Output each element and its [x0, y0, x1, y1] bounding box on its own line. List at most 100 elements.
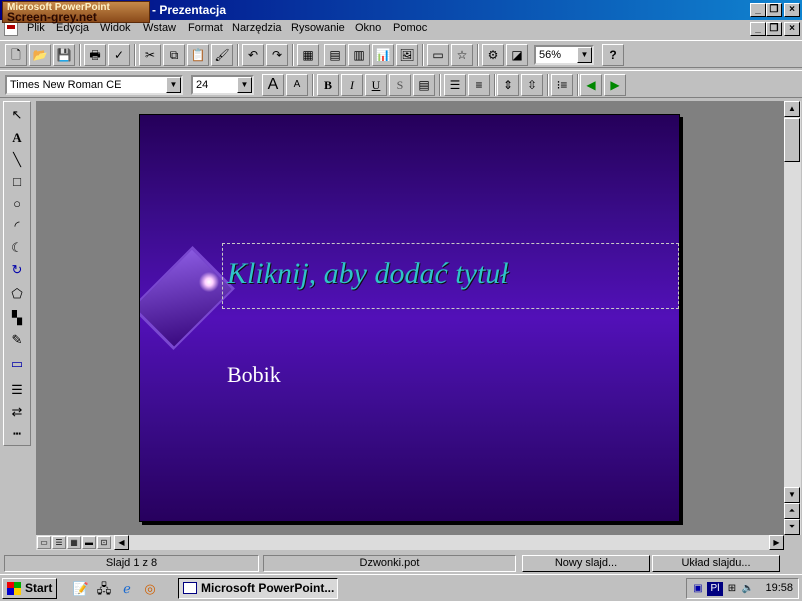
- new-slide-button[interactable]: Nowy slajd...: [522, 555, 650, 572]
- menu-narzedzia[interactable]: Narzędzia: [232, 22, 282, 34]
- underline-button[interactable]: U: [365, 74, 387, 96]
- subtitle-text[interactable]: Bobik: [227, 362, 281, 388]
- fill-color-icon[interactable]: ▚: [6, 308, 28, 328]
- slide-sorter-icon[interactable]: ▦: [67, 536, 81, 549]
- minimize-button[interactable]: _: [750, 3, 766, 17]
- undo-icon[interactable]: ↶: [242, 44, 264, 66]
- volume-icon[interactable]: 🔈: [741, 582, 755, 596]
- bold-button[interactable]: B: [317, 74, 339, 96]
- select-arrow-icon[interactable]: ↖: [6, 105, 28, 125]
- redo-icon[interactable]: ↷: [266, 44, 288, 66]
- vertical-scrollbar[interactable]: ▲ ▼ ⏶ ⏷: [784, 101, 801, 535]
- apply-design-icon[interactable]: ⚙: [482, 44, 504, 66]
- horizontal-scrollbar[interactable]: ▭ ☰ ▦ ▬ ⊡ ◀ ▶: [36, 535, 784, 550]
- doc-close-button[interactable]: ×: [784, 22, 800, 36]
- spelling-icon[interactable]: ✓: [108, 44, 130, 66]
- zoom-select[interactable]: 56% ▼: [534, 45, 594, 65]
- next-slide-icon[interactable]: ⏷: [784, 519, 800, 535]
- free-rotate-icon[interactable]: ↻: [6, 260, 28, 280]
- menu-pomoc[interactable]: Pomoc: [393, 22, 427, 34]
- paste-icon[interactable]: 📋: [187, 44, 209, 66]
- document-icon[interactable]: [4, 22, 18, 36]
- menu-format[interactable]: Format: [188, 22, 223, 34]
- slide-canvas[interactable]: Kliknij, aby dodać tytuł Bobik: [139, 114, 680, 522]
- menu-wstaw[interactable]: Wstaw: [143, 22, 176, 34]
- scroll-thumb[interactable]: [784, 118, 800, 162]
- align-center-icon[interactable]: ≡: [468, 74, 490, 96]
- copy-icon[interactable]: ⧉: [163, 44, 185, 66]
- slide-workspace[interactable]: Kliknij, aby dodać tytuł Bobik: [36, 101, 784, 535]
- autoshapes-icon[interactable]: ⬠: [6, 284, 28, 304]
- bullets-icon[interactable]: ⁝≡: [551, 74, 573, 96]
- slide-view-icon[interactable]: ▭: [37, 536, 51, 549]
- chevron-down-icon[interactable]: ▼: [237, 77, 252, 93]
- open-icon[interactable]: 📂: [29, 44, 51, 66]
- ellipse-tool-icon[interactable]: ○: [6, 194, 28, 214]
- restore-button[interactable]: ❐: [766, 3, 782, 17]
- quicklaunch-notes-icon[interactable]: 📝: [72, 580, 90, 598]
- scroll-left-icon[interactable]: ◀: [114, 535, 129, 550]
- increase-spacing-icon[interactable]: ⇕: [497, 74, 519, 96]
- menu-okno[interactable]: Okno: [355, 22, 381, 34]
- menu-widok[interactable]: Widok: [100, 22, 131, 34]
- notes-view-icon[interactable]: ▬: [82, 536, 96, 549]
- scroll-up-icon[interactable]: ▲: [784, 101, 800, 117]
- scroll-right-icon[interactable]: ▶: [769, 535, 784, 550]
- save-icon[interactable]: 💾: [53, 44, 75, 66]
- text-tool-icon[interactable]: A: [6, 128, 28, 148]
- line-tool-icon[interactable]: ╲: [6, 150, 28, 170]
- chevron-down-icon[interactable]: ▼: [166, 77, 181, 93]
- autoshape-star-icon[interactable]: ☆: [451, 44, 473, 66]
- shadow-on-off-icon[interactable]: ▭: [6, 354, 28, 374]
- insert-table-icon[interactable]: ▤: [324, 44, 346, 66]
- freeform-tool-icon[interactable]: ☾: [6, 238, 28, 258]
- task-powerpoint[interactable]: Microsoft PowerPoint...: [178, 578, 338, 599]
- slide-show-icon[interactable]: ⊡: [97, 536, 111, 549]
- doc-restore-button[interactable]: ❐: [766, 22, 782, 36]
- chevron-down-icon[interactable]: ▼: [577, 47, 592, 63]
- dashed-lines-icon[interactable]: ┅: [6, 424, 28, 444]
- new-icon[interactable]: 🗋: [5, 44, 27, 66]
- promote-icon[interactable]: ◀: [580, 74, 602, 96]
- insert-chart-icon[interactable]: 📊: [372, 44, 394, 66]
- previous-slide-icon[interactable]: ⏶: [784, 503, 800, 519]
- font-color-icon[interactable]: ▤: [413, 74, 435, 96]
- line-color-icon[interactable]: ✎: [6, 330, 28, 350]
- print-icon[interactable]: 🖶: [84, 44, 106, 66]
- quicklaunch-media-icon[interactable]: ◎: [141, 580, 159, 598]
- font-size-select[interactable]: 24 ▼: [191, 75, 254, 95]
- tray-network-icon[interactable]: ⊞: [725, 582, 739, 596]
- quicklaunch-network-icon[interactable]: 🖧: [95, 580, 113, 598]
- outline-view-icon[interactable]: ☰: [52, 536, 66, 549]
- new-slide-icon[interactable]: ▭: [427, 44, 449, 66]
- insert-clipart-icon[interactable]: 🖼: [396, 44, 418, 66]
- arrowheads-icon[interactable]: ⇄: [6, 402, 28, 422]
- help-icon[interactable]: ?: [602, 44, 624, 66]
- quicklaunch-ie-icon[interactable]: ℯ: [118, 580, 136, 598]
- shadow-button[interactable]: S: [389, 74, 411, 96]
- rectangle-tool-icon[interactable]: □: [6, 172, 28, 192]
- decrease-font-icon[interactable]: A: [286, 74, 308, 96]
- demote-icon[interactable]: ▶: [604, 74, 626, 96]
- line-style-icon[interactable]: ☰: [6, 380, 28, 400]
- italic-button[interactable]: I: [341, 74, 363, 96]
- start-button[interactable]: Start: [2, 578, 57, 599]
- cut-icon[interactable]: ✂: [139, 44, 161, 66]
- align-left-icon[interactable]: ☰: [444, 74, 466, 96]
- increase-font-icon[interactable]: A: [262, 74, 284, 96]
- insert-word-table-icon[interactable]: ▦: [297, 44, 319, 66]
- decrease-spacing-icon[interactable]: ⇳: [521, 74, 543, 96]
- insert-excel-icon[interactable]: ▥: [348, 44, 370, 66]
- scroll-down-icon[interactable]: ▼: [784, 487, 800, 503]
- black-white-view-icon[interactable]: ◪: [506, 44, 528, 66]
- language-indicator[interactable]: Pl: [707, 582, 723, 596]
- title-placeholder[interactable]: Kliknij, aby dodać tytuł: [222, 243, 679, 309]
- font-select[interactable]: Times New Roman CE ▼: [5, 75, 183, 95]
- arc-tool-icon[interactable]: ◜: [6, 216, 28, 236]
- doc-minimize-button[interactable]: _: [750, 22, 766, 36]
- close-button[interactable]: ×: [784, 3, 800, 17]
- tray-monitor-icon[interactable]: ▣: [691, 582, 705, 596]
- slide-layout-button[interactable]: Układ slajdu...: [652, 555, 780, 572]
- menu-rysowanie[interactable]: Rysowanie: [291, 22, 345, 34]
- format-painter-icon[interactable]: 🖌: [211, 44, 233, 66]
